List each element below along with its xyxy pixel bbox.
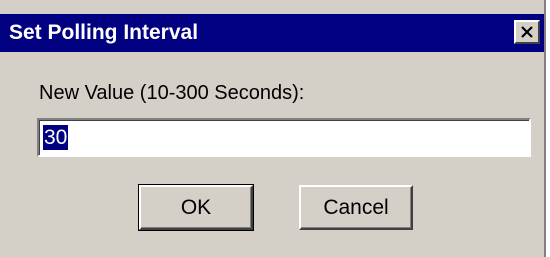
dialog-title: Set Polling Interval [9,21,199,44]
close-icon [520,26,534,38]
value-prompt-label: New Value (10-300 Seconds): [39,82,305,104]
interval-value-input[interactable]: 30 [37,118,531,157]
interval-value-text: 30 [43,125,69,150]
close-button[interactable] [514,20,540,44]
polling-interval-dialog: Set Polling Interval New Value (10-300 S… [0,0,546,257]
title-bar[interactable]: Set Polling Interval [0,14,544,52]
ok-button[interactable]: OK [138,184,254,231]
cancel-button[interactable]: Cancel [299,185,413,230]
